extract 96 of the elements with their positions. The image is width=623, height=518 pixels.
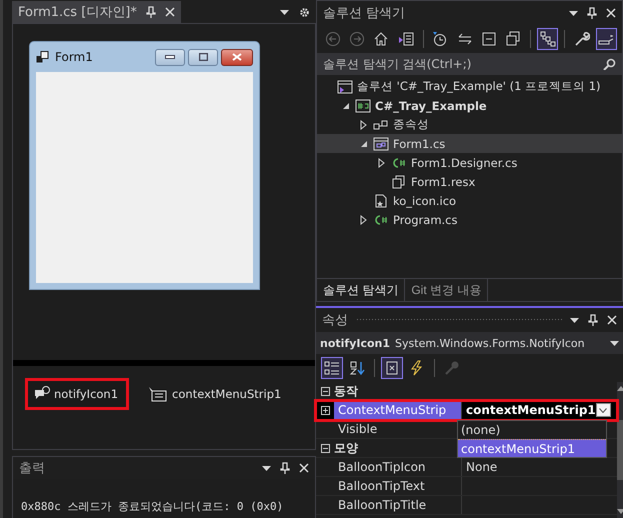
dropdown-icon[interactable] [262,465,271,471]
resource-file-icon [391,174,407,188]
pin-icon[interactable] [587,7,597,19]
panel-tab[interactable]: Git 변경 내용 [405,279,488,301]
menu-strip-icon [148,386,168,402]
settings-icon[interactable] [299,6,310,18]
collapsed-arrow-icon[interactable] [360,214,368,224]
dropdown-option[interactable]: contextMenuStrip1 [458,439,606,457]
search-field[interactable]: 솔루션 탐색기 검색(Ctrl+;) [323,57,563,71]
project-icon [355,98,371,112]
clock-icon [432,31,448,47]
form-window[interactable]: Form1 [29,41,260,290]
form-icon [373,136,389,150]
collapse-icon[interactable] [320,444,330,452]
tree-item[interactable]: C#_Tray_Example [317,96,622,115]
chevron-down-icon [599,408,608,412]
tree-item[interactable]: Form1.resx [317,172,622,191]
pin-icon[interactable] [280,462,290,474]
close-icon[interactable] [164,7,175,17]
property-name: BalloonTipTitle [334,496,462,514]
scrollbar[interactable] [616,382,623,518]
component-item[interactable]: contextMenuStrip1 [139,378,292,410]
lightning-icon [409,360,425,376]
minimize-button[interactable] [155,48,185,66]
property-value: contextMenuStrip1 [462,401,617,419]
back-icon [324,31,341,47]
expanded-arrow-icon[interactable] [360,140,368,148]
dropdown-icon[interactable] [570,317,579,323]
output-line: 0x880c 스레드가 종료되었습니다(코드: 0 (0x0) [21,499,284,514]
form-title: Form1 [55,50,93,64]
property-name: BalloonTipText [334,477,462,495]
tree-item[interactable]: 솔루션 'C#_Tray_Example' (1 프로젝트의 1) [317,77,622,96]
speech-bubble-icon [34,386,50,402]
tree-item[interactable]: Form1.cs [317,134,622,153]
dropdown-icon[interactable] [280,9,289,15]
csharp-file-icon [391,156,407,170]
categorized-icon [324,360,340,376]
close-icon [232,53,242,61]
collapse-all-icon [480,31,497,47]
search-icon [602,58,616,70]
toolbar-button[interactable] [596,28,618,50]
collapsed-arrow-icon[interactable] [360,120,368,130]
category-label: 모양 [334,440,358,456]
maximize-button[interactable] [188,48,218,66]
tree-item[interactable]: 종속성 [317,115,622,134]
minimize-icon [165,55,175,59]
panel-title: 속성 [322,312,348,329]
sort-down-icon [349,360,365,376]
component-item[interactable]: notifyIcon1 [25,378,130,410]
property-name: ContextMenuStrip [334,401,462,419]
property-row[interactable]: BalloonTipText [316,477,617,496]
pin-icon[interactable] [588,314,598,326]
object-selector[interactable]: notifyIcon1 System.Windows.Forms.NotifyIcon [316,332,623,354]
close-icon[interactable] [606,8,616,18]
maximize-icon [198,53,208,61]
expanded-arrow-icon[interactable] [342,102,350,110]
property-page-icon [384,360,400,376]
close-icon[interactable] [299,463,309,473]
switch-view-icon [398,31,414,47]
toolbar-button[interactable] [321,357,343,379]
dropdown-button[interactable] [596,403,611,417]
panel-title: 출력 [19,460,45,477]
forward-icon [349,31,366,47]
tree-item[interactable]: Program.cs [317,210,622,229]
wrench-icon [574,31,590,47]
dropdown-icon[interactable] [610,340,619,346]
property-value: None [465,459,498,476]
csharp-file-icon [373,212,389,226]
dropdown-icon[interactable] [569,10,578,16]
image-file-icon [373,194,389,208]
search-box[interactable]: 솔루션 탐색기 검색(Ctrl+;) [317,53,622,75]
form-icon [36,51,49,63]
sync-arrows-icon [456,31,473,47]
tree-item[interactable]: ko_icon.ico [317,191,622,210]
tree-view-icon [540,31,556,47]
close-button[interactable] [221,48,253,66]
toolbar-button[interactable] [381,357,403,379]
pin-icon[interactable] [146,6,156,18]
tree-item[interactable]: Form1.Designer.cs [317,153,622,172]
close-icon[interactable] [607,315,617,325]
collapse-icon[interactable] [320,386,330,396]
category-label: 동작 [334,382,358,400]
property-row[interactable]: ContextMenuStrip contextMenuStrip1 [316,401,617,420]
dependencies-icon [373,118,389,132]
expand-icon[interactable] [320,406,330,414]
property-row[interactable]: BalloonTipTitle [316,496,617,515]
solution-icon [337,80,353,94]
document-tab[interactable]: Form1.cs [디자인]* [12,1,181,23]
collapsed-arrow-icon[interactable] [378,158,386,168]
scroll-up-icon[interactable] [616,386,623,391]
scroll-down-icon[interactable] [616,509,623,514]
toolbar-button[interactable] [536,28,558,50]
home-icon [373,31,390,47]
panel-title: 솔루션 탐색기 [323,5,406,22]
key-icon [444,360,460,376]
copy-icon [505,31,522,47]
